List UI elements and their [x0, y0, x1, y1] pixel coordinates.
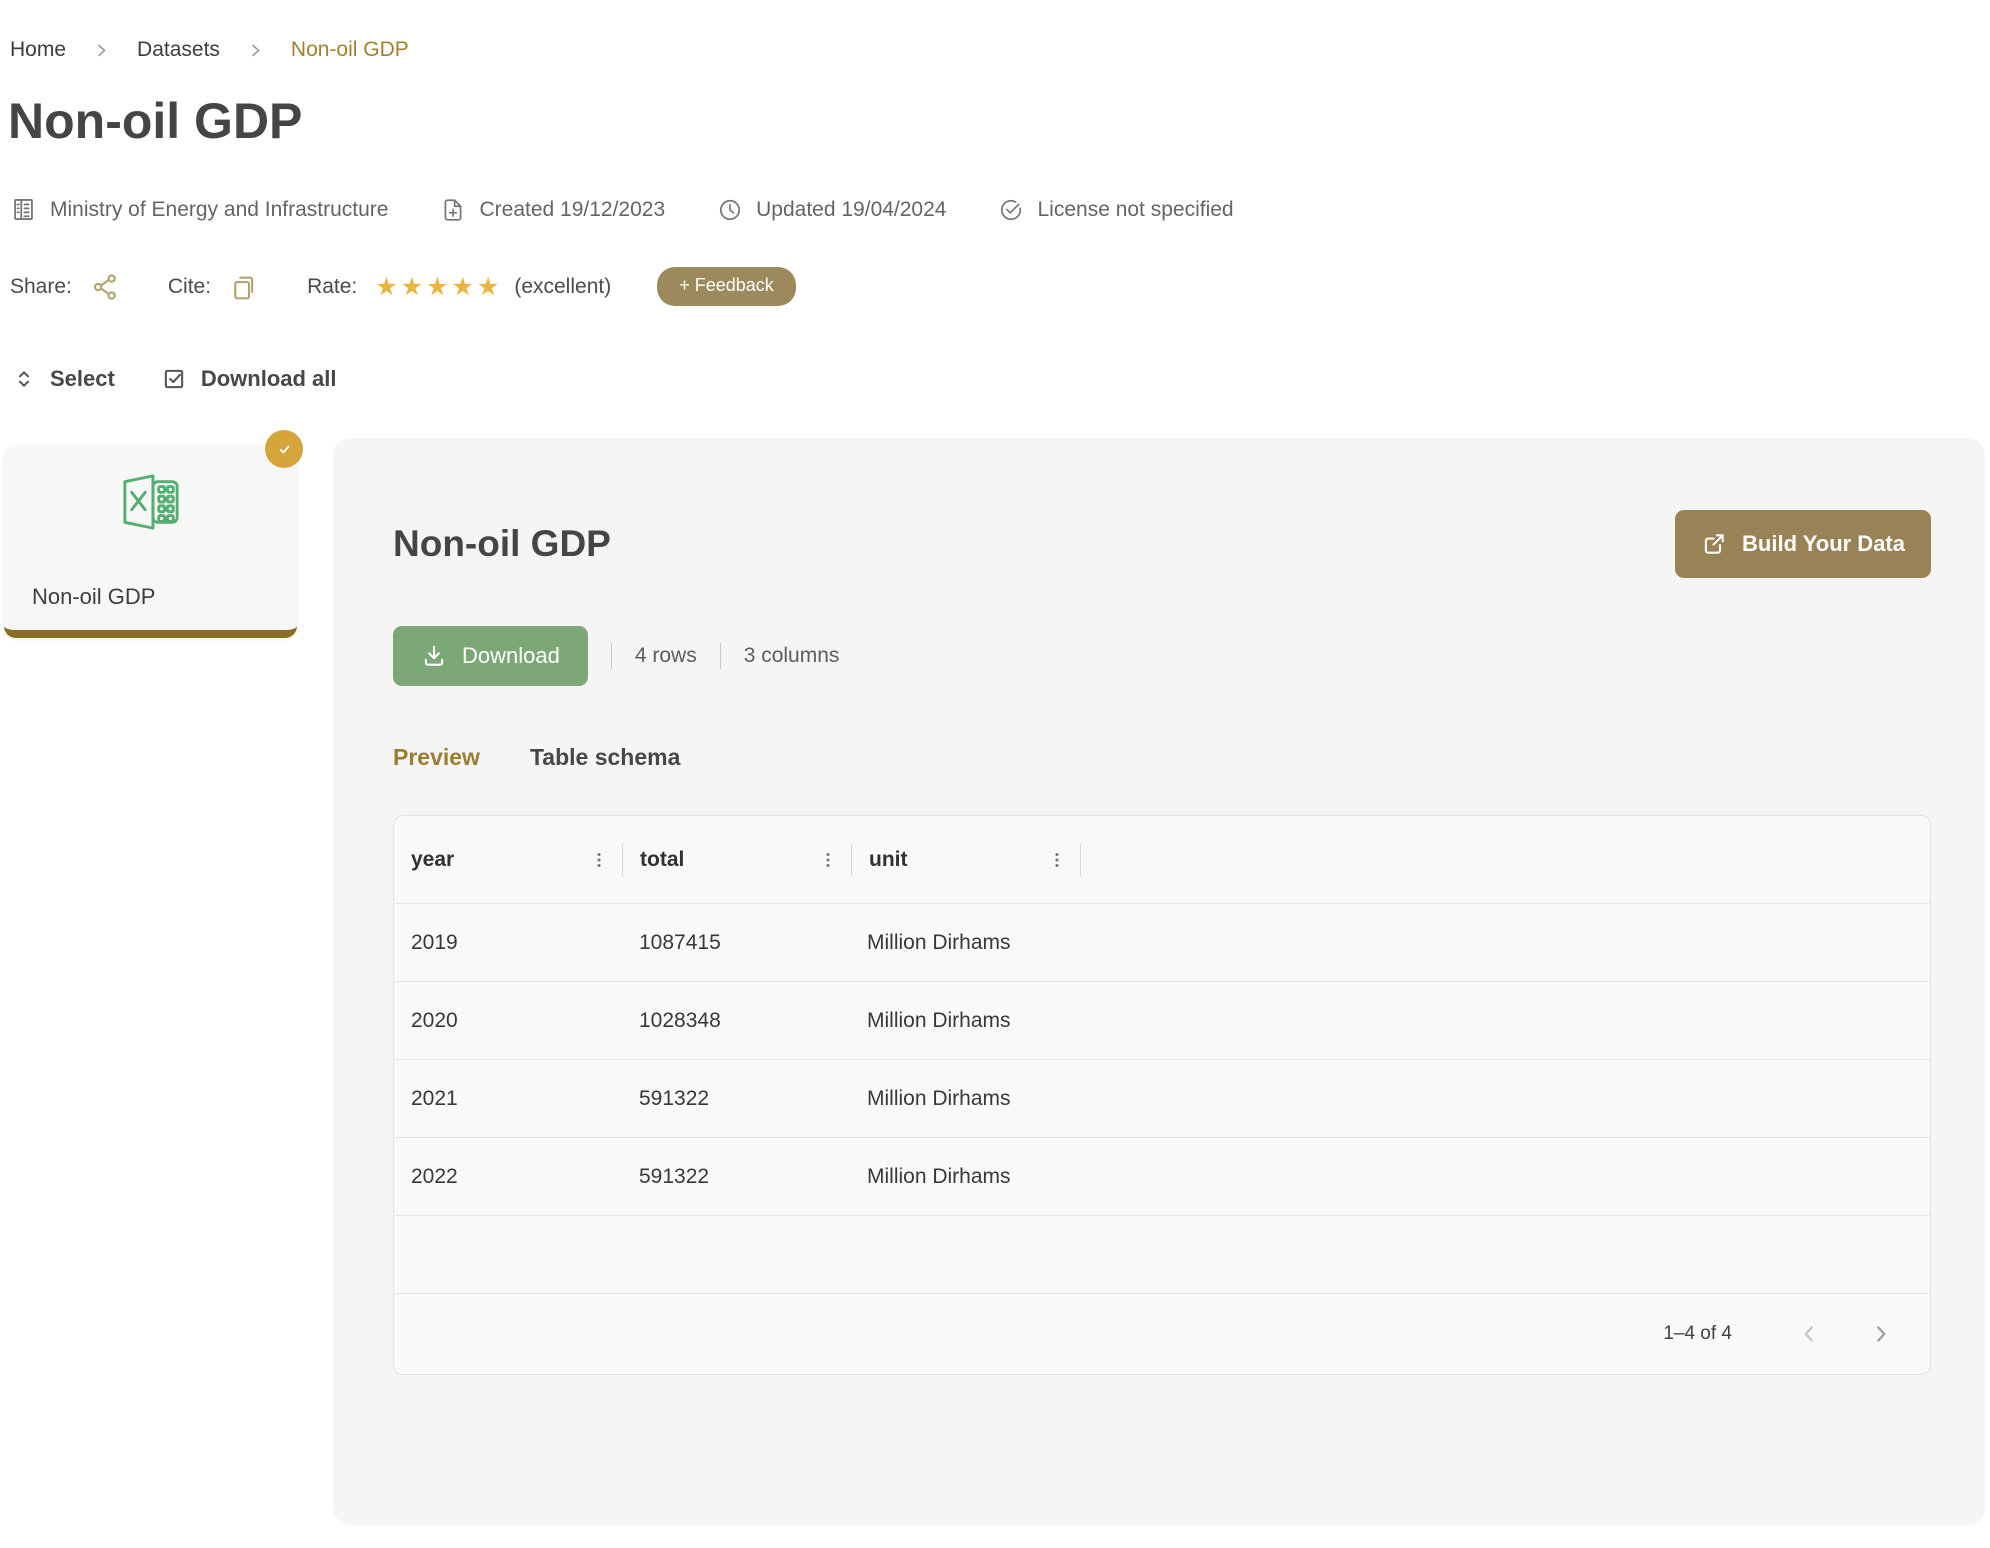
- columns-count: 3 columns: [744, 644, 840, 668]
- column-header-total: total: [623, 816, 851, 903]
- column-header-unit: unit: [852, 816, 1080, 903]
- select-button[interactable]: Select: [12, 366, 115, 392]
- page-range: 1–4 of 4: [1663, 1323, 1732, 1345]
- column-label: year: [394, 848, 588, 872]
- cell-unit: Million Dirhams: [850, 1087, 1078, 1111]
- table-row: 2022 591322 Million Dirhams: [394, 1138, 1930, 1216]
- check-circle-icon: [998, 197, 1024, 223]
- column-header-year: year: [394, 816, 622, 903]
- cell-year: 2020: [394, 1009, 622, 1033]
- build-your-data-label: Build Your Data: [1742, 531, 1905, 557]
- panel-header: Non-oil GDP Build Your Data: [393, 510, 1931, 578]
- column-menu-icon[interactable]: [588, 849, 610, 871]
- empty-row: [394, 1216, 1930, 1294]
- table-pagination: 1–4 of 4: [394, 1294, 1930, 1374]
- rate-label: Rate:: [307, 275, 357, 299]
- download-button[interactable]: Download: [393, 626, 588, 686]
- content-area: Non-oil GDP Non-oil GDP Build Your Data: [0, 438, 1990, 1525]
- previous-page-button[interactable]: [1796, 1321, 1822, 1347]
- file-toolbar: Select Download all: [12, 366, 1990, 392]
- copy-icon[interactable]: [229, 272, 259, 302]
- dataset-title: Non-oil GDP: [393, 523, 611, 565]
- cell-unit: Million Dirhams: [850, 1009, 1078, 1033]
- download-icon: [421, 643, 447, 669]
- download-label: Download: [462, 643, 560, 669]
- column-label: unit: [852, 848, 1046, 872]
- table-row: 2021 591322 Million Dirhams: [394, 1060, 1930, 1138]
- chevron-right-icon: [94, 43, 109, 58]
- divider: [720, 643, 721, 669]
- created-label: Created 19/12/2023: [479, 198, 665, 222]
- rating-text: (excellent): [514, 275, 611, 299]
- share-label: Share:: [10, 275, 72, 299]
- updated-label: Updated 19/04/2024: [756, 198, 946, 222]
- download-row: Download 4 rows 3 columns: [393, 626, 1931, 686]
- created-meta: Created 19/12/2023: [440, 197, 665, 223]
- column-menu-icon[interactable]: [1046, 849, 1068, 871]
- download-all-label: Download all: [201, 366, 337, 392]
- cite-label: Cite:: [168, 275, 211, 299]
- dataset-metadata: Ministry of Energy and Infrastructure Cr…: [10, 196, 1990, 223]
- share-icon[interactable]: [90, 272, 120, 302]
- page-title: Non-oil GDP: [8, 92, 1990, 150]
- selected-check-badge: [265, 430, 303, 468]
- file-card-wrap: Non-oil GDP: [4, 446, 297, 638]
- cell-year: 2021: [394, 1087, 622, 1111]
- organization-label: Ministry of Energy and Infrastructure: [50, 198, 388, 222]
- tab-table-schema[interactable]: Table schema: [530, 744, 680, 771]
- select-label: Select: [50, 366, 115, 392]
- breadcrumb: Home Datasets Non-oil GDP: [0, 0, 1990, 62]
- breadcrumb-current: Non-oil GDP: [291, 38, 409, 62]
- license-label: License not specified: [1037, 198, 1233, 222]
- divider: [611, 643, 612, 669]
- column-divider: [1080, 843, 1081, 877]
- cell-year: 2022: [394, 1165, 622, 1189]
- build-your-data-button[interactable]: Build Your Data: [1675, 510, 1931, 578]
- cell-total: 591322: [622, 1087, 850, 1111]
- file-card[interactable]: Non-oil GDP: [4, 446, 297, 638]
- organization-meta: Ministry of Energy and Infrastructure: [10, 196, 388, 223]
- file-card-title: Non-oil GDP: [32, 584, 269, 610]
- chevron-right-icon: [248, 43, 263, 58]
- file-plus-icon: [440, 197, 466, 223]
- star-rating[interactable]: ★★★★★: [375, 272, 502, 302]
- download-all-button[interactable]: Download all: [161, 366, 337, 392]
- table-row: 2019 1087415 Million Dirhams: [394, 904, 1930, 982]
- table-row: 2020 1028348 Million Dirhams: [394, 982, 1930, 1060]
- unfold-more-icon: [12, 367, 36, 391]
- building-icon: [10, 196, 37, 223]
- feedback-button[interactable]: + Feedback: [657, 267, 796, 306]
- breadcrumb-home[interactable]: Home: [10, 38, 66, 62]
- cell-unit: Million Dirhams: [850, 1165, 1078, 1189]
- rows-count: 4 rows: [635, 644, 697, 668]
- table-header-row: year total unit: [394, 816, 1930, 904]
- excel-file-icon: [32, 472, 269, 532]
- cell-total: 1087415: [622, 931, 850, 955]
- external-link-icon: [1701, 531, 1727, 557]
- updated-meta: Updated 19/04/2024: [717, 197, 946, 223]
- share-cite-rate-row: Share: Cite: Rate: ★★★★★ (excellent) + F…: [10, 267, 1990, 306]
- clock-icon: [717, 197, 743, 223]
- checkbox-check-icon: [161, 366, 187, 392]
- tab-bar: Preview Table schema: [393, 744, 1931, 771]
- data-table: year total unit: [393, 815, 1931, 1375]
- cell-total: 591322: [622, 1165, 850, 1189]
- next-page-button[interactable]: [1868, 1321, 1894, 1347]
- cell-year: 2019: [394, 931, 622, 955]
- cell-unit: Million Dirhams: [850, 931, 1078, 955]
- dataset-panel: Non-oil GDP Build Your Data: [333, 438, 1985, 1525]
- column-menu-icon[interactable]: [817, 849, 839, 871]
- tab-preview[interactable]: Preview: [393, 744, 480, 771]
- cell-total: 1028348: [622, 1009, 850, 1033]
- breadcrumb-datasets[interactable]: Datasets: [137, 38, 220, 62]
- column-label: total: [623, 848, 817, 872]
- license-meta: License not specified: [998, 197, 1233, 223]
